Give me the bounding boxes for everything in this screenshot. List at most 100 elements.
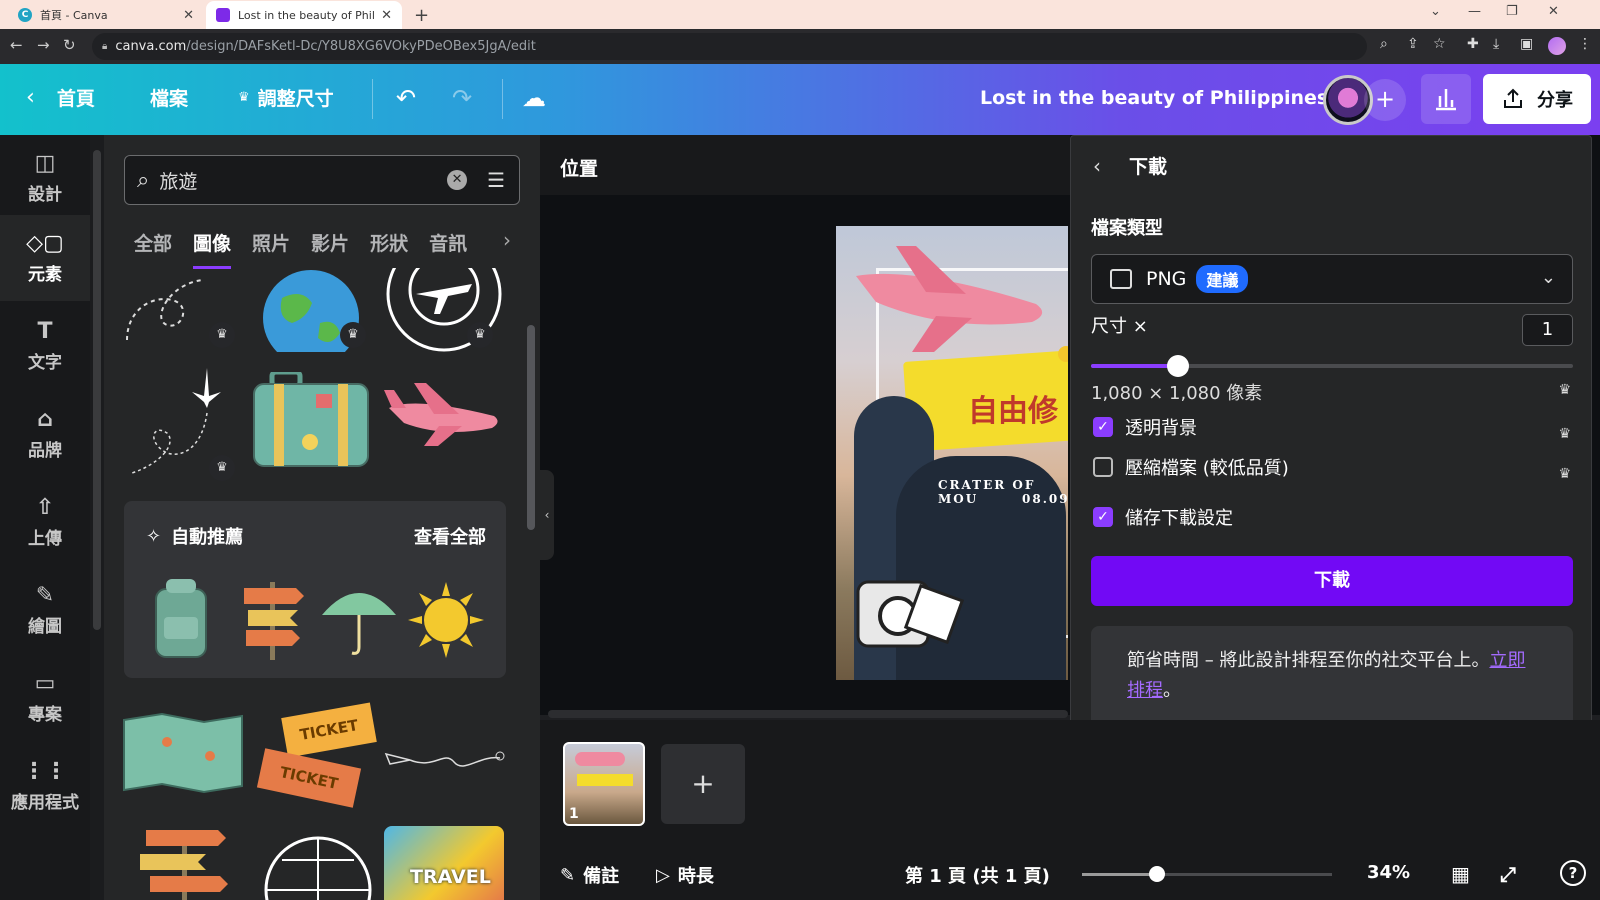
undo-button[interactable]: ↶ <box>396 84 416 112</box>
browser-tab-home[interactable]: C 首頁 - Canva ✕ <box>8 1 204 29</box>
world-map-graphic[interactable] <box>122 712 244 794</box>
download-button[interactable]: 下載 <box>1091 556 1573 606</box>
zoom-icon[interactable]: ⌕ <box>1380 36 1388 52</box>
tab-audio[interactable]: 音訊 <box>429 229 467 269</box>
clear-search-icon[interactable]: ✕ <box>447 170 468 190</box>
search-icon: ⌕ <box>137 167 150 193</box>
note-text: 節省時間 – 將此設計排程至你的社交平台上。 <box>1127 650 1490 671</box>
rail-item-brand[interactable]: ⌂ 品牌 <box>0 391 90 477</box>
rail-item-elements[interactable]: ◇▢ 元素 <box>0 215 90 301</box>
redo-button[interactable]: ↷ <box>452 84 472 112</box>
size-slider-knob[interactable] <box>1166 355 1189 377</box>
share-page-icon[interactable]: ⇪ <box>1407 36 1419 52</box>
rail-item-text[interactable]: T 文字 <box>0 303 90 389</box>
url-field[interactable]: 🔒︎ canva.com/design/DAFsKetl-Dc/Y8U8XG6V… <box>92 33 1367 60</box>
tab-all[interactable]: 全部 <box>134 229 172 269</box>
crown-icon: ♛ <box>238 90 250 105</box>
insights-button[interactable] <box>1421 74 1471 124</box>
filter-icon[interactable]: ☰ <box>487 168 505 192</box>
auto-recommend-title: 自動推薦 <box>171 527 244 548</box>
umbrella-graphic[interactable] <box>320 585 398 657</box>
rail-scroll-thumb[interactable] <box>93 150 101 630</box>
resize-button[interactable]: ♛ 調整尺寸 <box>238 84 334 111</box>
cloud-save-button[interactable]: ☁ <box>522 84 546 112</box>
back-icon[interactable]: ← <box>10 36 23 54</box>
rail-item-uploads[interactable]: ⇧ 上傳 <box>0 479 90 565</box>
zoom-level-button[interactable]: 34% <box>1367 862 1410 883</box>
design-title[interactable]: Lost in the beauty of Philippines <box>980 87 1328 109</box>
sun-graphic[interactable] <box>408 582 484 658</box>
size-multiplier-input[interactable]: 1 <box>1522 314 1573 346</box>
page-thumbnail[interactable]: 1 <box>563 742 645 826</box>
checkbox-checked-icon[interactable]: ✓ <box>1093 507 1113 527</box>
transparent-bg-option[interactable]: ✓ 透明背景 <box>1093 414 1197 440</box>
rail-item-apps[interactable]: ⋮⋮ 應用程式 <box>0 743 90 829</box>
tab-videos[interactable]: 影片 <box>311 229 349 269</box>
see-all-link[interactable]: 查看全部 <box>414 523 486 549</box>
chevron-right-icon[interactable]: › <box>503 228 511 252</box>
browser-profile-avatar[interactable] <box>1548 37 1566 55</box>
zoom-slider-knob[interactable] <box>1149 866 1165 882</box>
travel-sticker-graphic[interactable]: TRAVEL <box>384 826 504 900</box>
browser-menu-icon[interactable]: ⋮ <box>1578 36 1592 52</box>
close-tab-icon[interactable]: ✕ <box>381 8 392 23</box>
canvas-scrollbar[interactable] <box>548 710 1068 718</box>
direction-signs-graphic[interactable] <box>136 828 236 900</box>
panel-scroll-thumb[interactable] <box>527 325 535 530</box>
help-icon[interactable]: ? <box>1560 860 1586 886</box>
file-menu-button[interactable]: 檔案 <box>150 84 188 111</box>
extensions-icon[interactable]: ✚ <box>1467 36 1479 52</box>
rail-label: 品牌 <box>28 440 62 461</box>
bookmark-star-icon[interactable]: ☆ <box>1433 36 1446 52</box>
invite-button[interactable]: + <box>1364 79 1406 121</box>
share-button[interactable]: 分享 <box>1483 74 1591 124</box>
downloads-icon[interactable]: ⤓ <box>1493 36 1499 52</box>
fullscreen-icon[interactable]: ⤢ <box>1500 862 1516 886</box>
paper-plane-trail-graphic[interactable] <box>384 740 506 780</box>
tab-graphics[interactable]: 圖像 <box>193 229 232 269</box>
home-button[interactable]: ‹ 首頁 <box>26 84 95 111</box>
sidebar-icon[interactable]: ▣ <box>1520 36 1533 52</box>
close-window-icon[interactable]: ✕ <box>1548 4 1559 19</box>
add-page-button[interactable]: + <box>661 744 745 824</box>
design-page[interactable]: 自由修 CRATER OF MOU 08.09 <box>836 226 1068 680</box>
duration-button[interactable]: ▷ 時長 <box>656 862 714 888</box>
panel-scrollbar[interactable] <box>527 270 535 900</box>
forward-icon[interactable]: → <box>37 36 50 54</box>
url-host: canva.com <box>115 39 187 54</box>
rail-item-draw[interactable]: ✎ 繪圖 <box>0 567 90 653</box>
collapse-panel-handle[interactable]: ‹ <box>540 470 554 560</box>
rail-item-projects[interactable]: ▭ 專案 <box>0 655 90 741</box>
size-slider[interactable] <box>1091 355 1573 377</box>
notes-button[interactable]: ✎ 備註 <box>560 862 619 888</box>
file-type-select[interactable]: PNG 建議 ⌄ <box>1091 254 1573 304</box>
checkbox-checked-icon[interactable]: ✓ <box>1093 417 1113 437</box>
share-label: 分享 <box>1537 90 1573 111</box>
tab-shapes[interactable]: 形狀 <box>370 229 408 269</box>
globe-plane-outline-graphic[interactable] <box>262 830 374 900</box>
pink-airplane-graphic[interactable] <box>384 378 504 448</box>
new-tab-icon[interactable]: + <box>414 5 429 26</box>
tickets-graphic[interactable]: TICKET TICKET <box>256 702 377 808</box>
compress-file-option[interactable]: 壓縮檔案 (較低品質) <box>1093 454 1289 480</box>
backpack-graphic[interactable] <box>150 577 212 659</box>
checkbox-unchecked-icon[interactable] <box>1093 457 1113 477</box>
save-settings-option[interactable]: ✓ 儲存下載設定 <box>1093 504 1233 530</box>
grid-view-icon[interactable]: ▦ <box>1451 862 1470 886</box>
zoom-slider[interactable] <box>1082 866 1332 882</box>
signpost-graphic[interactable] <box>240 582 304 660</box>
suitcase-graphic[interactable] <box>252 372 370 468</box>
restore-icon[interactable]: ❐ <box>1506 4 1518 19</box>
schedule-note: 節省時間 – 將此設計排程至你的社交平台上。立即排程。 <box>1091 626 1573 729</box>
browser-tab-design[interactable]: Lost in the beauty of Philippine ✕ <box>206 1 402 29</box>
tab-search-chevron-icon[interactable]: ⌄ <box>1430 4 1441 19</box>
minimize-icon[interactable]: — <box>1468 4 1481 19</box>
back-chevron-icon[interactable]: ‹ <box>1093 154 1101 178</box>
close-tab-icon[interactable]: ✕ <box>183 8 194 23</box>
search-input[interactable]: ⌕ 旅遊 ✕ ☰ <box>124 155 520 205</box>
reload-icon[interactable]: ↻ <box>63 36 76 54</box>
tab-photos[interactable]: 照片 <box>252 229 290 269</box>
rail-item-design[interactable]: ◫ 設計 <box>0 135 90 221</box>
page-indicator[interactable]: 第 1 頁 (共 1 頁) <box>905 862 1050 888</box>
position-button[interactable]: 位置 <box>560 154 598 181</box>
